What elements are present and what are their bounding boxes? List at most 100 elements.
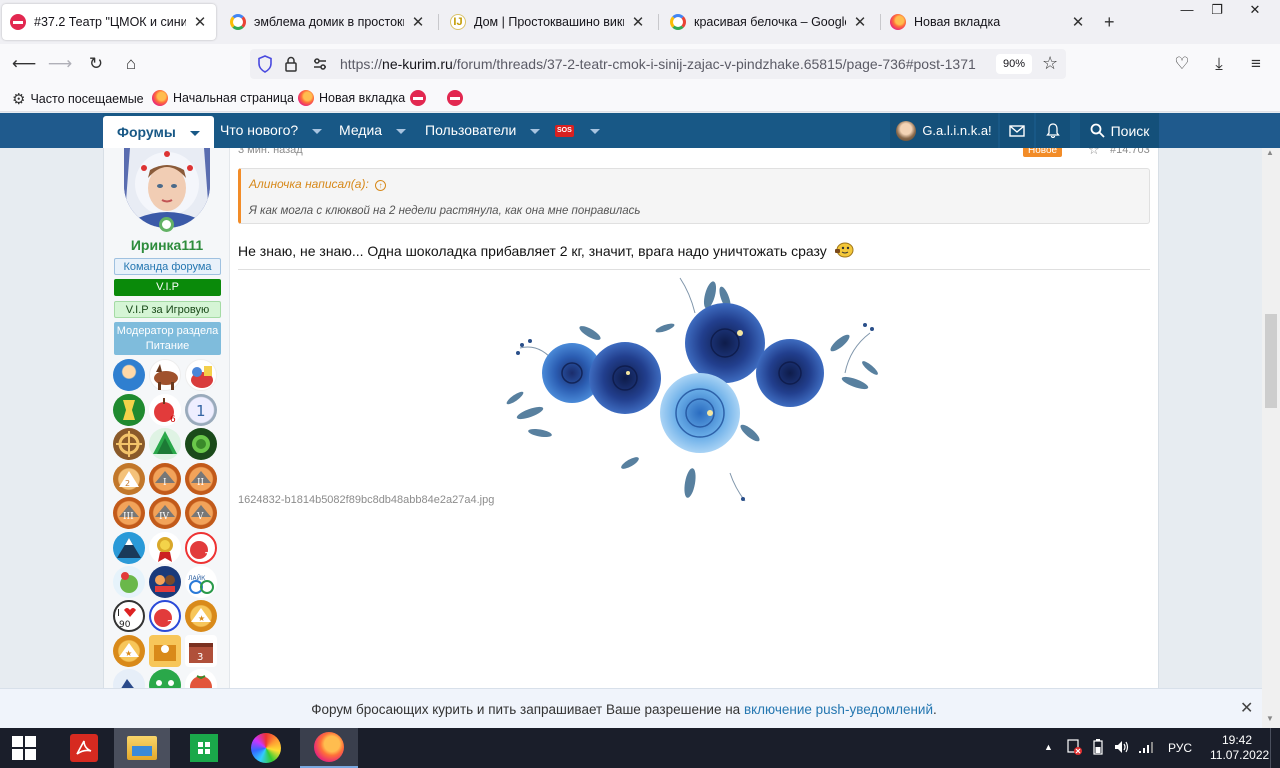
shield-icon[interactable] bbox=[257, 55, 273, 73]
restore-icon[interactable]: ❐ bbox=[1202, 0, 1232, 20]
close-tab-icon[interactable]: ✕ bbox=[192, 13, 208, 31]
trophy-icon[interactable] bbox=[113, 394, 145, 426]
explorer-taskbar-item[interactable] bbox=[114, 728, 170, 768]
permissions-icon[interactable] bbox=[312, 57, 328, 71]
trophy-icon[interactable] bbox=[113, 669, 145, 688]
reload-icon[interactable]: ↻ bbox=[84, 52, 108, 76]
trophy-icon[interactable]: 1 bbox=[185, 394, 217, 426]
store-taskbar-item[interactable] bbox=[176, 728, 232, 768]
color-app-taskbar-item[interactable] bbox=[238, 728, 294, 768]
volume-icon[interactable] bbox=[1114, 740, 1130, 757]
close-window-icon[interactable]: ✕ bbox=[1240, 0, 1270, 20]
push-enable-link[interactable]: включение push-уведомлений bbox=[744, 702, 933, 717]
close-icon[interactable]: ✕ bbox=[1240, 698, 1253, 718]
chevron-down-icon[interactable] bbox=[395, 122, 406, 138]
trophy-icon[interactable] bbox=[149, 428, 181, 460]
lock-icon[interactable] bbox=[284, 56, 298, 72]
trophy-icon[interactable]: 2 bbox=[113, 463, 145, 495]
close-tab-icon[interactable]: ✕ bbox=[852, 13, 868, 31]
trophy-icon[interactable]: ★ bbox=[113, 635, 145, 667]
trophy-icon[interactable] bbox=[113, 566, 145, 598]
quote-author[interactable]: Алиночка написал(а): ↑ bbox=[249, 177, 387, 191]
tab-4[interactable]: красивая белочка – Google По ✕ bbox=[662, 4, 876, 40]
scroll-up-icon[interactable]: ▲ bbox=[1266, 148, 1274, 157]
trophy-icon[interactable] bbox=[113, 532, 145, 564]
image-caption[interactable]: 1624832-b1814b5082f89bc8db48abb84e2a27a4… bbox=[238, 494, 494, 506]
nav-forums[interactable]: Форумы bbox=[103, 116, 214, 148]
trophy-icon[interactable]: ★ bbox=[185, 600, 217, 632]
username[interactable]: Иринка111 bbox=[104, 237, 230, 253]
nav-sos[interactable]: SOS bbox=[555, 113, 600, 148]
trophy-icon[interactable] bbox=[113, 359, 145, 391]
trophy-icon[interactable]: I bbox=[149, 463, 181, 495]
arrow-up-circle-icon[interactable]: ↑ bbox=[375, 180, 387, 191]
url-text[interactable]: https://ne-kurim.ru/forum/threads/37-2-t… bbox=[340, 56, 990, 72]
battery-icon[interactable] bbox=[1090, 738, 1106, 759]
acrobat-taskbar-item[interactable] bbox=[56, 728, 112, 768]
chevron-down-icon[interactable] bbox=[530, 122, 541, 138]
flower-image[interactable] bbox=[500, 273, 886, 505]
menu-icon[interactable]: ≡ bbox=[1244, 52, 1268, 76]
search-button[interactable]: Поиск bbox=[1080, 113, 1159, 148]
chevron-down-icon[interactable] bbox=[312, 122, 323, 138]
bookmark-forum-1[interactable] bbox=[410, 90, 431, 106]
trophy-icon[interactable]: ЛАЙК bbox=[185, 566, 217, 598]
bookmark-new-tab[interactable]: Новая вкладка bbox=[298, 90, 405, 106]
account-menu[interactable]: G.a.l.i.n.k.a! bbox=[890, 113, 998, 148]
keyboard-language[interactable]: РУС bbox=[1168, 741, 1192, 755]
minimize-icon[interactable]: — bbox=[1172, 0, 1202, 20]
trophy-icon[interactable]: 1 bbox=[185, 532, 217, 564]
trophy-icon[interactable]: 3 bbox=[185, 635, 217, 667]
trophy-icon[interactable]: 6 bbox=[149, 394, 181, 426]
bell-icon[interactable] bbox=[1036, 113, 1070, 148]
tab-2[interactable]: эмблема домик в простоквашин ✕ bbox=[222, 4, 434, 40]
home-icon[interactable]: ⌂ bbox=[119, 52, 143, 76]
page-scrollbar[interactable]: ▲ ▼ bbox=[1262, 148, 1280, 732]
bookmark-most-visited[interactable]: ⚙ Часто посещаемые bbox=[12, 90, 144, 108]
network-warning-icon[interactable] bbox=[1066, 738, 1082, 759]
trophy-icon[interactable] bbox=[113, 428, 145, 460]
trophy-icon[interactable]: 2 bbox=[149, 600, 181, 632]
trophy-icon[interactable]: IV bbox=[149, 497, 181, 529]
bookmark-start-page[interactable]: Начальная страница bbox=[152, 90, 294, 106]
tab-3[interactable]: IJ Дом | Простоквашино вики | Fa ✕ bbox=[442, 4, 654, 40]
close-tab-icon[interactable]: ✕ bbox=[630, 13, 646, 31]
forward-icon[interactable]: ⟶ bbox=[48, 52, 72, 76]
bookmark-forum-2[interactable] bbox=[447, 90, 468, 106]
close-tab-icon[interactable]: ✕ bbox=[410, 13, 426, 31]
zoom-level[interactable]: 90% bbox=[996, 54, 1032, 74]
trophy-icon[interactable] bbox=[185, 669, 217, 688]
trophy-icon[interactable]: V bbox=[185, 497, 217, 529]
scroll-down-icon[interactable]: ▼ bbox=[1266, 714, 1274, 723]
trophy-icon[interactable] bbox=[149, 566, 181, 598]
chevron-down-icon[interactable] bbox=[189, 124, 200, 140]
close-tab-icon[interactable]: ✕ bbox=[1070, 13, 1086, 31]
post-time[interactable]: 3 мин. назад bbox=[238, 148, 303, 156]
url-bar[interactable]: https://ne-kurim.ru/forum/threads/37-2-t… bbox=[250, 49, 1066, 79]
tray-overflow-icon[interactable]: ▲ bbox=[1044, 742, 1053, 752]
avatar[interactable] bbox=[124, 148, 210, 228]
downloads-icon[interactable]: ⤓ bbox=[1207, 52, 1231, 76]
clock[interactable]: 19:42 11.07.2022 bbox=[1210, 733, 1269, 763]
trophy-icon[interactable]: I 90 bbox=[113, 600, 145, 632]
back-icon[interactable]: ⟵ bbox=[12, 52, 36, 76]
bookmark-star-icon[interactable]: ☆ bbox=[1042, 53, 1058, 74]
tab-5[interactable]: Новая вкладка ✕ bbox=[882, 4, 1094, 40]
start-button[interactable] bbox=[0, 728, 48, 768]
inbox-icon[interactable] bbox=[1000, 113, 1034, 148]
trophy-icon[interactable] bbox=[149, 359, 181, 391]
trophy-icon[interactable]: II bbox=[185, 463, 217, 495]
chevron-down-icon[interactable] bbox=[589, 122, 600, 138]
tab-active[interactable]: #37.2 Театр "ЦМОК и синий з ✕ bbox=[2, 4, 216, 40]
new-tab-icon[interactable]: + bbox=[1104, 12, 1115, 32]
trophy-icon[interactable] bbox=[149, 532, 181, 564]
trophy-icon[interactable]: III bbox=[113, 497, 145, 529]
firefox-taskbar-item[interactable] bbox=[300, 728, 358, 768]
show-desktop-button[interactable] bbox=[1270, 728, 1280, 768]
pocket-icon[interactable]: ♡ bbox=[1170, 52, 1194, 76]
trophy-icon[interactable] bbox=[149, 635, 181, 667]
wifi-signal-icon[interactable] bbox=[1138, 740, 1154, 757]
post-number[interactable]: #14.703 bbox=[1110, 148, 1150, 156]
nav-whats-new[interactable]: Что нового? bbox=[220, 113, 323, 148]
nav-media[interactable]: Медиа bbox=[339, 113, 406, 148]
